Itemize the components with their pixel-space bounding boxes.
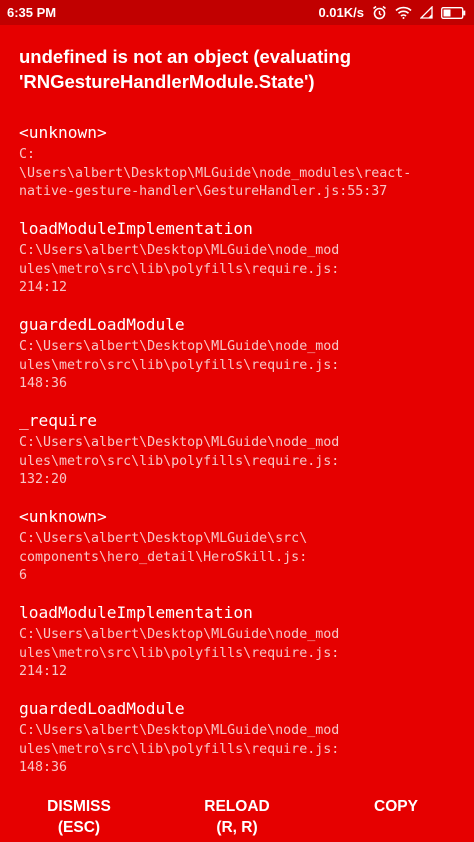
frame-method-name: <unknown> [19, 123, 107, 142]
stack-frame[interactable]: <unknown> C:\Users\albert\Desktop\MLGuide… [19, 505, 464, 601]
reload-label: RELOAD [204, 798, 270, 815]
stack-frame[interactable]: guardedLoadModule C:\Users\albert\Desktop… [19, 697, 464, 793]
frame-file-path: C:\Users\albert\Desktop\MLGuide\node_mod… [19, 243, 340, 295]
frame-method-name: loadModuleImplementation [19, 603, 253, 622]
frame-file-path: C:\Users\albert\Desktop\MLGuide\node_mod… [19, 435, 340, 487]
stack-trace[interactable]: <unknown> C: \Users\albert\Desktop\MLGuid… [19, 121, 464, 793]
network-speed: 0.01K/s [318, 5, 364, 20]
stack-frame[interactable]: loadModuleImplementation C:\Users\albert\… [19, 601, 464, 697]
frame-method-name: loadModuleImplementation [19, 219, 253, 238]
frame-file-path: C:\Users\albert\Desktop\MLGuide\src\ com… [19, 531, 308, 583]
reload-shortcut: (R, R) [216, 819, 258, 836]
frame-file-path: C: \Users\albert\Desktop\MLGuide\node_mo… [19, 147, 412, 199]
status-indicators: 0.01K/s [318, 5, 466, 20]
frame-method-name: _require [19, 411, 97, 430]
battery-icon [441, 6, 466, 19]
dismiss-label: DISMISS [47, 798, 111, 815]
copy-label: COPY [374, 798, 418, 815]
stack-frame[interactable]: loadModuleImplementation C:\Users\albert\… [19, 217, 464, 313]
reload-button[interactable]: RELOAD (R, R) [192, 796, 282, 838]
stack-frame[interactable]: guardedLoadModule C:\Users\albert\Desktop… [19, 313, 464, 409]
frame-file-path: C:\Users\albert\Desktop\MLGuide\node_mod… [19, 339, 340, 391]
status-bar: 6:35 PM 0.01K/s [0, 0, 474, 25]
wifi-icon [395, 6, 412, 19]
frame-method-name: <unknown> [19, 507, 107, 526]
status-time: 6:35 PM [7, 5, 57, 20]
stack-frame[interactable]: <unknown> C: \Users\albert\Desktop\MLGuid… [19, 121, 464, 217]
frame-method-name: guardedLoadModule [19, 315, 185, 334]
dismiss-button[interactable]: DISMISS (ESC) [34, 796, 124, 838]
action-bar: DISMISS (ESC) RELOAD (R, R) COPY [0, 796, 474, 842]
copy-button[interactable]: COPY [356, 796, 436, 817]
dismiss-shortcut: (ESC) [57, 819, 101, 836]
frame-file-path: C:\Users\albert\Desktop\MLGuide\node_mod… [19, 723, 340, 775]
error-message: undefined is not an object (evaluating '… [19, 46, 351, 92]
alarm-icon [372, 5, 387, 20]
stack-frame[interactable]: _require C:\Users\albert\Desktop\MLGuide\… [19, 409, 464, 505]
frame-file-path: C:\Users\albert\Desktop\MLGuide\node_mod… [19, 627, 340, 679]
frame-method-name: guardedLoadModule [19, 699, 185, 718]
signal-icon [420, 6, 433, 19]
